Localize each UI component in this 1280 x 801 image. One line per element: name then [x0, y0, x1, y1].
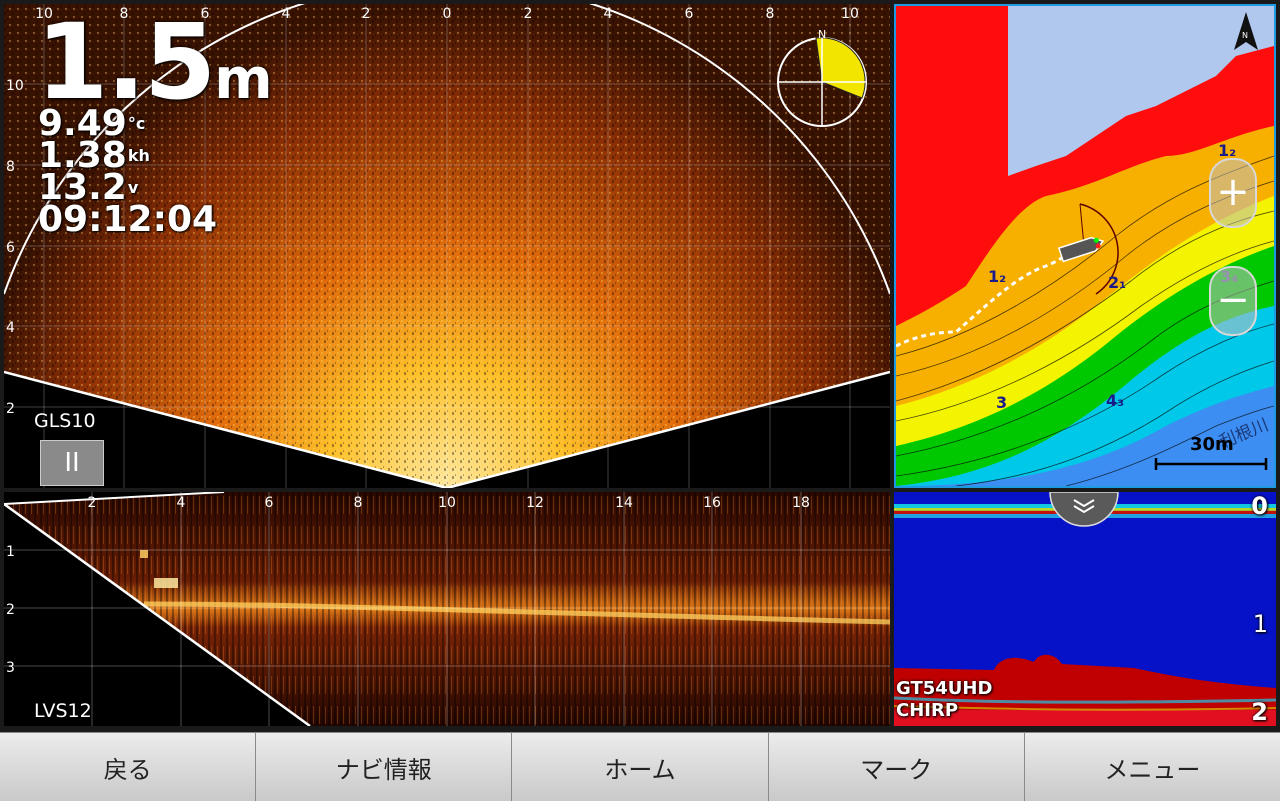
zoom-out-button[interactable]: −	[1209, 266, 1257, 336]
livescope-down-image: 2 4 6 8 10 12 14 16 18 1 2 3	[4, 492, 890, 726]
sonar-depth-tick: 2	[1251, 698, 1268, 726]
scale-tick: 12	[526, 495, 544, 511]
contour-label: 3	[996, 393, 1007, 412]
back-button[interactable]: 戻る	[0, 733, 257, 801]
depth-tick: 6	[6, 240, 15, 256]
clock-readout: 09:12:04	[38, 199, 218, 240]
depth-readout: 1.5m	[36, 10, 273, 114]
scale-tick: 10	[438, 495, 456, 511]
contour-label: 2₁	[1108, 273, 1126, 292]
scale-tick: 0	[443, 6, 452, 22]
depth-tick: 3	[6, 660, 15, 676]
scale-tick: 2	[88, 495, 97, 511]
sonar-depth-tick: 0	[1251, 492, 1268, 520]
home-button[interactable]: ホーム	[512, 733, 769, 801]
contour-label: 4₃	[1106, 391, 1124, 410]
depth-tick: 1	[6, 544, 15, 560]
scale-tick: 4	[177, 495, 186, 511]
target-echo	[140, 550, 148, 558]
compass-north-label: N	[818, 28, 826, 41]
depth-unit: m	[214, 47, 273, 112]
scale-tick: 10	[841, 6, 859, 22]
menu-button[interactable]: メニュー	[1025, 733, 1280, 801]
depth-tick: 10	[6, 78, 24, 94]
depth-tick: 2	[6, 602, 15, 618]
bottom-navigation-bar: 戻る ナビ情報 ホーム マーク メニュー	[0, 732, 1280, 801]
target-echo	[154, 578, 178, 588]
livescope-down-pane[interactable]: 2 4 6 8 10 12 14 16 18 1 2 3 LVS12	[4, 492, 890, 726]
pause-button[interactable]: II	[40, 440, 104, 486]
scale-bar-label: 30m	[1190, 434, 1234, 455]
scale-tick: 16	[703, 495, 721, 511]
depth-tick: 2	[6, 401, 15, 417]
nav-info-button[interactable]: ナビ情報	[256, 733, 513, 801]
depth-tick: 4	[6, 320, 15, 336]
navigation-chart-pane[interactable]: 1₂ 1₂ 2₁ 3 4₃ 3₄ 利根川 30m N + −	[894, 4, 1276, 488]
scale-tick: 8	[354, 495, 363, 511]
mark-button[interactable]: マーク	[769, 733, 1025, 801]
chirp-sonar-pane[interactable]: 0 1 2 GT54UHD CHIRP	[894, 492, 1276, 726]
sonar-mode-label: CHIRP	[896, 700, 959, 721]
scale-tick: 8	[766, 6, 775, 22]
scale-tick: 6	[685, 6, 694, 22]
scale-tick: 2	[362, 6, 371, 22]
sonar-depth-tick: 1	[1252, 610, 1268, 638]
scale-tick: 18	[792, 495, 810, 511]
scale-tick: 4	[604, 6, 613, 22]
scale-tick: 2	[524, 6, 533, 22]
transducer-label: GT54UHD	[896, 678, 993, 699]
source-label-lvs: LVS12	[34, 700, 92, 722]
scale-tick: 6	[265, 495, 274, 511]
scale-tick: 14	[615, 495, 633, 511]
contour-map: 1₂ 1₂ 2₁ 3 4₃ 3₄ 利根川 30m N	[896, 6, 1274, 486]
svg-text:N: N	[1242, 31, 1248, 40]
livescope-forward-pane[interactable]: N 10 8 6 4 2 0 2 4 6 8 10 10 8 6 4 2 1.5…	[4, 4, 890, 488]
source-label-gls: GLS10	[34, 410, 96, 432]
depth-tick: 8	[6, 159, 15, 175]
scale-tick: 4	[282, 6, 291, 22]
zoom-in-button[interactable]: +	[1209, 158, 1257, 228]
contour-label: 1₂	[988, 267, 1006, 286]
